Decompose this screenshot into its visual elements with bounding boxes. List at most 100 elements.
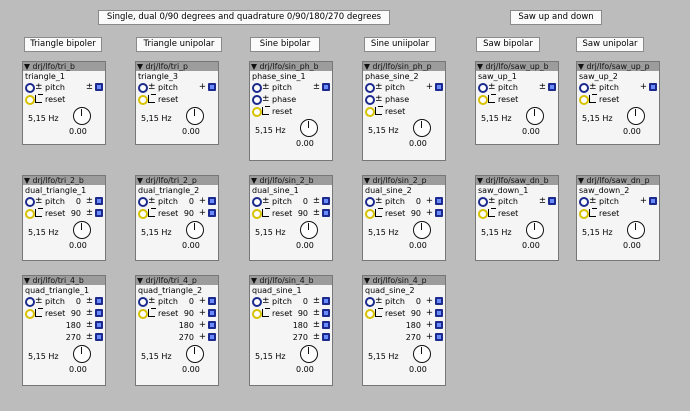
object-instance-name[interactable]: triangle_3 xyxy=(136,71,218,82)
outlet-0-icon[interactable] xyxy=(322,297,330,305)
outlet-90-icon[interactable] xyxy=(208,309,216,317)
outlet-180-icon[interactable] xyxy=(435,321,443,329)
object-header[interactable]: ▼ drj/lfo/saw_up_b xyxy=(476,62,558,71)
reset-inlet-icon[interactable] xyxy=(252,209,262,219)
lfo-object-phase-sine-2[interactable]: ▼ drj/lfo/sin_ph_p phase_sine_2 ± pitch + … xyxy=(362,61,446,161)
object-instance-name[interactable]: quad_sine_1 xyxy=(250,285,332,296)
object-instance-name[interactable]: quad_sine_2 xyxy=(363,285,445,296)
reset-inlet-icon[interactable] xyxy=(365,209,375,219)
frequency-knob[interactable] xyxy=(73,345,91,363)
object-header[interactable]: ▼ drj/lfo/sin_4_p xyxy=(363,276,445,285)
outlet-icon[interactable] xyxy=(208,83,216,91)
object-instance-name[interactable]: saw_down_2 xyxy=(577,185,659,196)
object-header[interactable]: ▼ drj/lfo/saw_up_p xyxy=(577,62,659,71)
object-instance-name[interactable]: dual_sine_2 xyxy=(363,185,445,196)
outlet-180-icon[interactable] xyxy=(208,321,216,329)
lfo-object-triangle-3[interactable]: ▼ drj/lfo/tri_p triangle_3 ± pitch + reset… xyxy=(135,61,219,145)
reset-inlet-icon[interactable] xyxy=(579,209,589,219)
object-instance-name[interactable]: phase_sine_1 xyxy=(250,71,332,82)
frequency-knob[interactable] xyxy=(413,345,431,363)
frequency-knob[interactable] xyxy=(627,221,645,239)
outlet-90-icon[interactable] xyxy=(322,209,330,217)
reset-inlet-icon[interactable] xyxy=(138,309,148,319)
object-instance-name[interactable]: dual_triangle_1 xyxy=(23,185,105,196)
outlet-90-icon[interactable] xyxy=(435,209,443,217)
object-instance-name[interactable]: saw_up_1 xyxy=(476,71,558,82)
object-header[interactable]: ▼ drj/lfo/sin_ph_p xyxy=(363,62,445,71)
pitch-inlet-icon[interactable] xyxy=(252,297,262,307)
lfo-object-quad-sine-2[interactable]: ▼ drj/lfo/sin_4_p quad_sine_2 ± pitch 0 + r… xyxy=(362,275,446,386)
frequency-knob[interactable] xyxy=(186,345,204,363)
object-instance-name[interactable]: quad_triangle_1 xyxy=(23,285,105,296)
lfo-object-triangle-1[interactable]: ▼ drj/lfo/tri_b triangle_1 ± pitch ± reset… xyxy=(22,61,106,145)
lfo-object-dual-sine-1[interactable]: ▼ drj/lfo/sin_2_b dual_sine_1 ± pitch 0 ± r… xyxy=(249,175,333,261)
outlet-90-icon[interactable] xyxy=(95,309,103,317)
outlet-0-icon[interactable] xyxy=(208,297,216,305)
outlet-0-icon[interactable] xyxy=(95,197,103,205)
outlet-icon[interactable] xyxy=(435,83,443,91)
frequency-knob[interactable] xyxy=(300,221,318,239)
reset-inlet-icon[interactable] xyxy=(138,209,148,219)
lfo-object-saw-down-1[interactable]: ▼ drj/lfo/saw_dn_b saw_down_1 ± pitch ± re… xyxy=(475,175,559,261)
pitch-inlet-icon[interactable] xyxy=(138,297,148,307)
outlet-90-icon[interactable] xyxy=(95,209,103,217)
frequency-knob[interactable] xyxy=(526,107,544,125)
frequency-knob[interactable] xyxy=(73,221,91,239)
pitch-inlet-icon[interactable] xyxy=(138,83,148,93)
outlet-icon[interactable] xyxy=(95,83,103,91)
outlet-0-icon[interactable] xyxy=(435,197,443,205)
outlet-90-icon[interactable] xyxy=(322,309,330,317)
frequency-knob[interactable] xyxy=(300,345,318,363)
frequency-knob[interactable] xyxy=(186,107,204,125)
outlet-0-icon[interactable] xyxy=(208,197,216,205)
outlet-icon[interactable] xyxy=(649,197,657,205)
pitch-inlet-icon[interactable] xyxy=(478,197,488,207)
frequency-knob[interactable] xyxy=(627,107,645,125)
reset-inlet-icon[interactable] xyxy=(25,309,35,319)
outlet-270-icon[interactable] xyxy=(435,333,443,341)
pitch-inlet-icon[interactable] xyxy=(579,83,589,93)
outlet-270-icon[interactable] xyxy=(322,333,330,341)
outlet-270-icon[interactable] xyxy=(95,333,103,341)
lfo-object-saw-down-2[interactable]: ▼ drj/lfo/saw_dn_p saw_down_2 ± pitch + re… xyxy=(576,175,660,261)
outlet-0-icon[interactable] xyxy=(95,297,103,305)
phase-inlet-icon[interactable] xyxy=(365,95,375,105)
lfo-object-quad-triangle-1[interactable]: ▼ drj/lfo/tri_4_b quad_triangle_1 ± pitch… xyxy=(22,275,106,386)
reset-inlet-icon[interactable] xyxy=(138,95,148,105)
pitch-inlet-icon[interactable] xyxy=(25,197,35,207)
outlet-90-icon[interactable] xyxy=(208,209,216,217)
outlet-180-icon[interactable] xyxy=(322,321,330,329)
object-instance-name[interactable]: dual_triangle_2 xyxy=(136,185,218,196)
object-instance-name[interactable]: dual_sine_1 xyxy=(250,185,332,196)
frequency-knob[interactable] xyxy=(73,107,91,125)
object-header[interactable]: ▼ drj/lfo/sin_4_b xyxy=(250,276,332,285)
frequency-knob[interactable] xyxy=(300,119,318,137)
lfo-object-saw-up-1[interactable]: ▼ drj/lfo/saw_up_b saw_up_1 ± pitch ± rese… xyxy=(475,61,559,145)
frequency-knob[interactable] xyxy=(186,221,204,239)
outlet-270-icon[interactable] xyxy=(208,333,216,341)
reset-inlet-icon[interactable] xyxy=(478,95,488,105)
pitch-inlet-icon[interactable] xyxy=(138,197,148,207)
pitch-inlet-icon[interactable] xyxy=(478,83,488,93)
object-header[interactable]: ▼ drj/lfo/tri_2_p xyxy=(136,176,218,185)
outlet-0-icon[interactable] xyxy=(322,197,330,205)
pitch-inlet-icon[interactable] xyxy=(365,197,375,207)
object-header[interactable]: ▼ drj/lfo/saw_dn_b xyxy=(476,176,558,185)
lfo-object-phase-sine-1[interactable]: ▼ drj/lfo/sin_ph_b phase_sine_1 ± pitch ± … xyxy=(249,61,333,161)
pitch-inlet-icon[interactable] xyxy=(252,197,262,207)
object-instance-name[interactable]: quad_triangle_2 xyxy=(136,285,218,296)
reset-inlet-icon[interactable] xyxy=(252,309,262,319)
lfo-object-dual-triangle-1[interactable]: ▼ drj/lfo/tri_2_b dual_triangle_1 ± pitch… xyxy=(22,175,106,261)
frequency-knob[interactable] xyxy=(526,221,544,239)
pitch-inlet-icon[interactable] xyxy=(579,197,589,207)
pitch-inlet-icon[interactable] xyxy=(365,297,375,307)
object-header[interactable]: ▼ drj/lfo/tri_b xyxy=(23,62,105,71)
pitch-inlet-icon[interactable] xyxy=(25,83,35,93)
outlet-icon[interactable] xyxy=(649,83,657,91)
lfo-object-saw-up-2[interactable]: ▼ drj/lfo/saw_up_p saw_up_2 ± pitch + rese… xyxy=(576,61,660,145)
outlet-0-icon[interactable] xyxy=(435,297,443,305)
reset-inlet-icon[interactable] xyxy=(25,209,35,219)
object-header[interactable]: ▼ drj/lfo/sin_2_b xyxy=(250,176,332,185)
lfo-object-quad-sine-1[interactable]: ▼ drj/lfo/sin_4_b quad_sine_1 ± pitch 0 ± r… xyxy=(249,275,333,386)
outlet-icon[interactable] xyxy=(548,197,556,205)
